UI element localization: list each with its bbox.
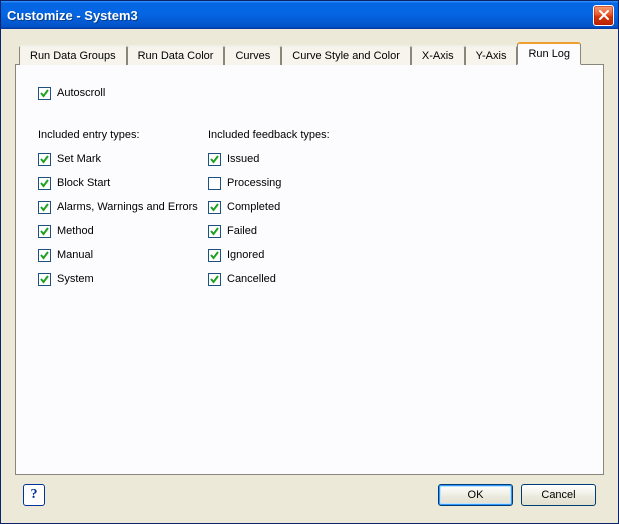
tab-y-axis[interactable]: Y-Axis bbox=[465, 45, 518, 65]
close-button[interactable] bbox=[593, 5, 614, 26]
feedback-row: Completed bbox=[208, 197, 378, 217]
entry-checkbox-method[interactable] bbox=[38, 225, 51, 238]
entry-types-column: Included entry types: Set Mark Block Sta… bbox=[38, 129, 208, 293]
feedback-label: Completed bbox=[227, 201, 280, 213]
feedback-types-column: Included feedback types: Issued Processi… bbox=[208, 129, 378, 293]
tab-curves[interactable]: Curves bbox=[224, 45, 281, 65]
entry-checkbox-manual[interactable] bbox=[38, 249, 51, 262]
help-icon: ? bbox=[31, 487, 38, 503]
client-area: Run Data Groups Run Data Color Curves Cu… bbox=[1, 29, 618, 523]
entry-label: System bbox=[57, 273, 94, 285]
feedback-label: Cancelled bbox=[227, 273, 276, 285]
feedback-checkbox-failed[interactable] bbox=[208, 225, 221, 238]
entry-checkbox-set-mark[interactable] bbox=[38, 153, 51, 166]
entry-row: Method bbox=[38, 221, 208, 241]
check-icon bbox=[39, 154, 50, 165]
feedback-checkbox-processing[interactable] bbox=[208, 177, 221, 190]
window-title: Customize - System3 bbox=[7, 8, 593, 23]
tab-panel-run-log: Autoscroll Included entry types: Set Mar… bbox=[15, 64, 604, 475]
feedback-row: Cancelled bbox=[208, 269, 378, 289]
button-bar: ? OK Cancel bbox=[15, 475, 604, 515]
feedback-checkbox-cancelled[interactable] bbox=[208, 273, 221, 286]
types-section: Included entry types: Set Mark Block Sta… bbox=[38, 129, 581, 293]
check-icon bbox=[39, 202, 50, 213]
feedback-row: Processing bbox=[208, 173, 378, 193]
tab-run-data-groups[interactable]: Run Data Groups bbox=[19, 45, 127, 65]
customize-window: Customize - System3 Run Data Groups Run … bbox=[0, 0, 619, 524]
entry-label: Block Start bbox=[57, 177, 110, 189]
entry-checkbox-alarms[interactable] bbox=[38, 201, 51, 214]
entry-row: Alarms, Warnings and Errors bbox=[38, 197, 208, 217]
tab-curve-style-and-color[interactable]: Curve Style and Color bbox=[281, 45, 411, 65]
ok-button[interactable]: OK bbox=[438, 484, 513, 506]
check-icon bbox=[209, 202, 220, 213]
entry-row: Block Start bbox=[38, 173, 208, 193]
autoscroll-label: Autoscroll bbox=[57, 87, 105, 99]
entry-row: Set Mark bbox=[38, 149, 208, 169]
entry-checkbox-block-start[interactable] bbox=[38, 177, 51, 190]
autoscroll-checkbox[interactable] bbox=[38, 87, 51, 100]
check-icon bbox=[39, 226, 50, 237]
check-icon bbox=[39, 250, 50, 261]
feedback-types-header: Included feedback types: bbox=[208, 129, 378, 141]
entry-label: Set Mark bbox=[57, 153, 101, 165]
check-icon bbox=[39, 178, 50, 189]
feedback-row: Ignored bbox=[208, 245, 378, 265]
tabstrip: Run Data Groups Run Data Color Curves Cu… bbox=[15, 41, 604, 64]
entry-types-header: Included entry types: bbox=[38, 129, 208, 141]
check-icon bbox=[209, 250, 220, 261]
entry-row: System bbox=[38, 269, 208, 289]
feedback-row: Issued bbox=[208, 149, 378, 169]
feedback-label: Processing bbox=[227, 177, 281, 189]
check-icon bbox=[39, 88, 50, 99]
entry-label: Manual bbox=[57, 249, 93, 261]
tab-run-log[interactable]: Run Log bbox=[517, 42, 581, 65]
titlebar: Customize - System3 bbox=[1, 1, 618, 29]
tab-x-axis[interactable]: X-Axis bbox=[411, 45, 465, 65]
feedback-checkbox-issued[interactable] bbox=[208, 153, 221, 166]
close-icon bbox=[599, 10, 609, 20]
feedback-label: Failed bbox=[227, 225, 257, 237]
check-icon bbox=[209, 274, 220, 285]
feedback-row: Failed bbox=[208, 221, 378, 241]
check-icon bbox=[209, 154, 220, 165]
entry-checkbox-system[interactable] bbox=[38, 273, 51, 286]
entry-row: Manual bbox=[38, 245, 208, 265]
feedback-checkbox-ignored[interactable] bbox=[208, 249, 221, 262]
check-icon bbox=[39, 274, 50, 285]
feedback-label: Issued bbox=[227, 153, 259, 165]
cancel-button[interactable]: Cancel bbox=[521, 484, 596, 506]
entry-label: Alarms, Warnings and Errors bbox=[57, 201, 198, 213]
entry-label: Method bbox=[57, 225, 94, 237]
help-button[interactable]: ? bbox=[23, 484, 45, 506]
feedback-checkbox-completed[interactable] bbox=[208, 201, 221, 214]
check-icon bbox=[209, 226, 220, 237]
feedback-label: Ignored bbox=[227, 249, 264, 261]
autoscroll-row: Autoscroll bbox=[38, 83, 581, 103]
tab-run-data-color[interactable]: Run Data Color bbox=[127, 45, 225, 65]
